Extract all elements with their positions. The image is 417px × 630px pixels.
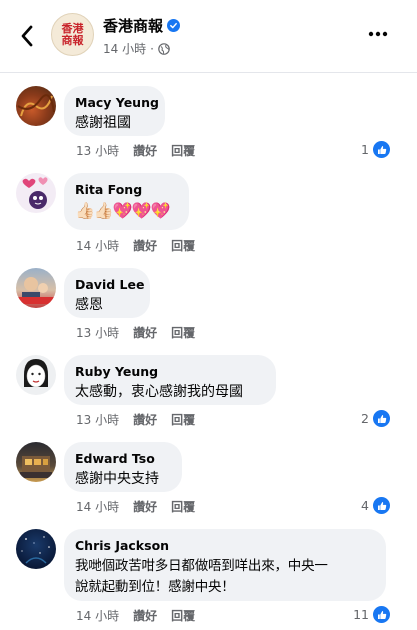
like-count: 11 [353,607,369,622]
comment-actions: 14 小時 讚好 回覆 [76,237,195,254]
page-logo-line2: 商報 [61,33,84,47]
commenter-name[interactable]: Rita Fong [75,181,177,198]
chevron-left-icon [21,25,33,47]
comment-actions: 14 小時 讚好 回覆 [76,607,195,624]
comment-text: 感謝中央支持 [75,471,159,487]
thumbs-up-icon [372,605,391,624]
avatar[interactable] [16,268,56,308]
reaction-count[interactable]: 11 [353,605,391,624]
like-button[interactable]: 讚好 [133,142,157,159]
like-button[interactable]: 讚好 [133,324,157,341]
globe-icon [158,42,170,55]
avatar[interactable] [16,173,56,213]
comment-bubble: Edward Tso 感謝中央支持 [64,442,182,492]
post-header: 香港 商報 香港商報 14 小時 · [0,0,417,72]
page-avatar[interactable]: 香港 商報 [51,13,94,56]
comment-time[interactable]: 13 小時 [76,142,119,159]
thumbs-up-icon [372,409,391,428]
post-meta: 14 小時 · [103,40,170,57]
comment-bubble: Rita Fong 👍🏻👍🏻💖💖💖 [64,173,189,230]
avatar[interactable] [16,442,56,482]
comment-time[interactable]: 14 小時 [76,498,119,515]
thumbs-up-icon [372,140,391,159]
comment-text: 👍🏻👍🏻💖💖💖 [75,201,171,220]
thumbs-up-icon [372,496,391,515]
comment-text: 感恩 [75,297,103,313]
more-dots-icon [368,31,388,37]
commenter-name[interactable]: Edward Tso [75,450,170,467]
meta-dot: · [150,41,154,56]
more-options-button[interactable] [365,24,391,44]
comment-time[interactable]: 13 小時 [76,411,119,428]
reaction-count[interactable]: 2 [361,409,391,428]
post-time: 14 小時 [103,42,147,56]
commenter-name[interactable]: Ruby Yeung [75,363,264,380]
like-button[interactable]: 讚好 [133,607,157,624]
comment-actions: 13 小時 讚好 回覆 [76,411,195,428]
comment-time[interactable]: 13 小時 [76,324,119,341]
like-button[interactable]: 讚好 [133,411,157,428]
reply-button[interactable]: 回覆 [171,324,195,341]
reply-button[interactable]: 回覆 [171,607,195,624]
comment-bubble: Ruby Yeung 太感動，衷心感謝我的母國 [64,355,276,405]
avatar[interactable] [16,355,56,395]
comment-bubble: Macy Yeung 感謝祖國 [64,86,165,136]
verified-badge-icon [167,19,181,32]
like-count: 1 [361,142,369,157]
reaction-count[interactable]: 4 [361,496,391,515]
comment-time[interactable]: 14 小時 [76,237,119,254]
comment-bubble: Chris Jackson 我哋個政苦咁多日都做唔到咩出來，中央一 說就起動到位… [64,529,386,601]
reaction-count[interactable]: 1 [361,140,391,159]
comment-actions: 13 小時 讚好 回覆 [76,324,195,341]
comment-bubble: David Lee 感恩 [64,268,150,318]
page-logo-line1: 香港 [61,21,84,35]
comment-time[interactable]: 14 小時 [76,607,119,624]
comment-text: 感謝祖國 [75,115,131,131]
like-count: 4 [361,498,369,513]
reply-button[interactable]: 回覆 [171,237,195,254]
comment-text-line2: 說就起動到位！感謝中央！ [75,579,235,595]
comment-text-line1: 我哋個政苦咁多日都做唔到咩出來，中央一 [75,558,328,574]
like-button[interactable]: 讚好 [133,498,157,515]
like-button[interactable]: 讚好 [133,237,157,254]
reply-button[interactable]: 回覆 [171,498,195,515]
avatar[interactable] [16,86,56,126]
header-divider [0,72,417,73]
commenter-name[interactable]: Macy Yeung [75,94,159,111]
reply-button[interactable]: 回覆 [171,142,195,159]
commenter-name[interactable]: Chris Jackson [75,537,374,554]
reply-button[interactable]: 回覆 [171,411,195,428]
comment-actions: 14 小時 讚好 回覆 [76,498,195,515]
back-button[interactable] [14,22,40,50]
page-name-text: 香港商報 [103,17,164,35]
avatar[interactable] [16,529,56,569]
like-count: 2 [361,411,369,426]
comment-text: 太感動，衷心感謝我的母國 [75,384,243,400]
commenter-name[interactable]: David Lee [75,276,144,293]
comment-actions: 13 小時 讚好 回覆 [76,142,195,159]
page-name[interactable]: 香港商報 [103,15,181,36]
